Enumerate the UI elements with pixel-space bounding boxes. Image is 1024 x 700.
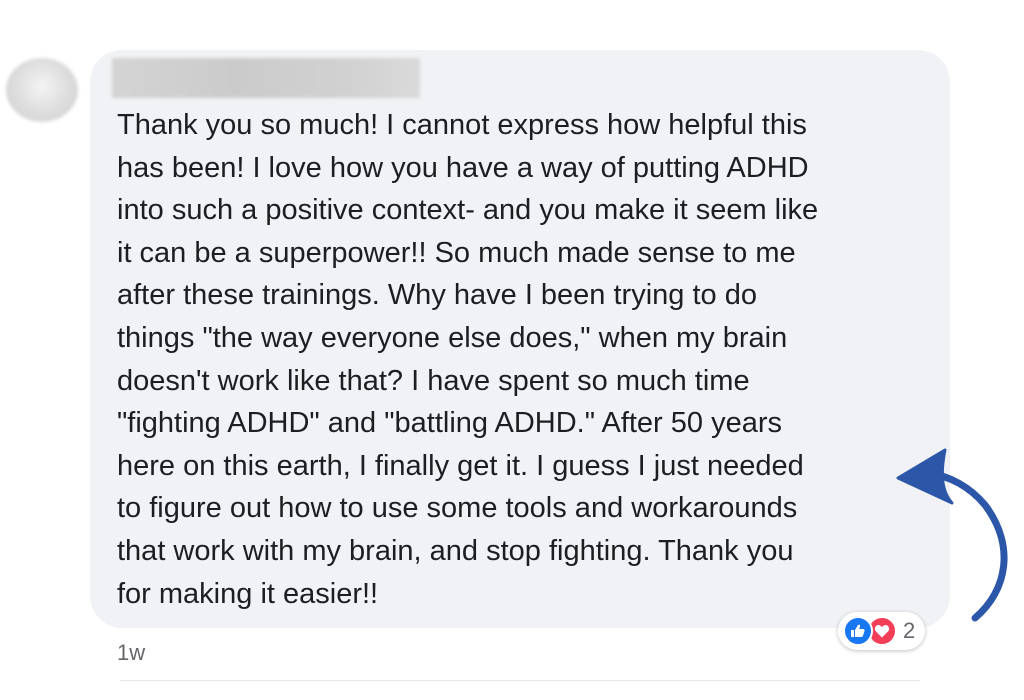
comment-line: that work with my brain, and stop fighti… (117, 534, 794, 567)
comment-line: into such a positive context- and you ma… (117, 194, 819, 227)
comment-line: to figure out how to use some tools and … (117, 492, 798, 525)
like-icon (843, 616, 873, 646)
comment-line: doesn't work like that? I have spent so … (117, 364, 750, 397)
comment-line: for making it easier!! (117, 577, 379, 610)
reaction-count: 2 (903, 618, 916, 643)
comment-text: Thank you so much! I cannot express how … (117, 104, 947, 615)
comment-line: has been! I love how you have a way of p… (117, 151, 809, 184)
comment-line: things "the way everyone else does," whe… (117, 321, 788, 354)
comment-line: "fighting ADHD" and "battling ADHD." Aft… (117, 407, 783, 440)
comment-line: after these trainings. Why have I been t… (117, 279, 757, 312)
comment-line: it can be a superpower!! So much made se… (117, 236, 796, 269)
comment-line: here on this earth, I finally get it. I … (117, 449, 804, 482)
commenter-name-redacted[interactable] (112, 58, 420, 98)
comment-timestamp[interactable]: 1w (117, 640, 145, 666)
reactions-summary[interactable]: 2 (838, 612, 926, 650)
divider (120, 680, 920, 681)
comment-line: Thank you so much! I cannot express how … (117, 109, 807, 141)
commenter-avatar[interactable] (6, 58, 78, 122)
